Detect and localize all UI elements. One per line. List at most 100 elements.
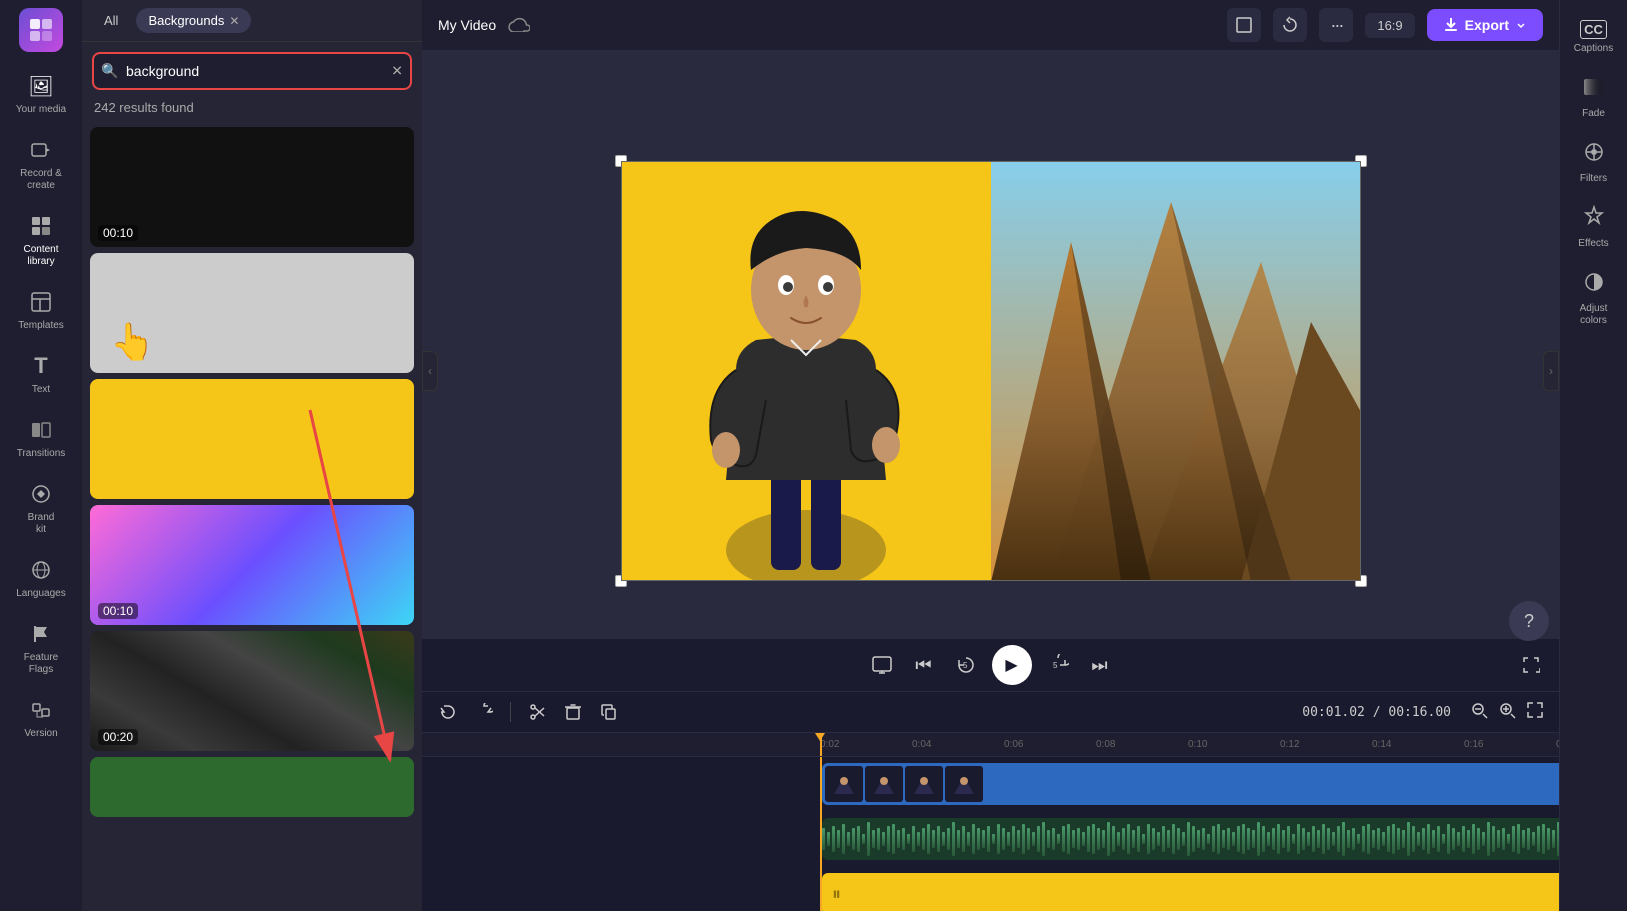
top-bar: My Video ··· 16:9 Export xyxy=(422,0,1559,51)
video-track-clip[interactable] xyxy=(822,763,1559,805)
skip-next-button[interactable]: ⏭ xyxy=(1084,649,1116,681)
total-time: 00:16.00 xyxy=(1388,705,1451,720)
zoom-controls xyxy=(1467,700,1547,724)
right-item-label-filters: Filters xyxy=(1580,173,1607,185)
search-input[interactable] xyxy=(92,52,412,90)
left-sidebar: 🖼 Your media Record &create Content libr… xyxy=(0,0,82,911)
monitor-icon[interactable] xyxy=(866,649,898,681)
brand-kit-icon xyxy=(27,480,55,508)
media-grid: 00:10 👆 00:10 00:20 xyxy=(82,123,422,911)
export-button[interactable]: Export xyxy=(1427,9,1543,41)
right-item-effects[interactable]: Effects xyxy=(1564,197,1624,258)
sidebar-item-brand-kit[interactable]: Brandkit xyxy=(5,472,77,544)
rotate-button[interactable] xyxy=(1273,8,1307,42)
playback-bar: ⏮ 5 ▶ 5 ⏭ xyxy=(422,639,1559,691)
clip-thumbnail-3 xyxy=(905,766,943,802)
feature-flags-icon xyxy=(27,620,55,648)
svg-text:5: 5 xyxy=(1053,661,1058,670)
rewind-button[interactable]: 5 xyxy=(950,649,982,681)
sidebar-item-your-media[interactable]: 🖼 Your media xyxy=(5,64,77,124)
skip-back-button[interactable]: ⏮ xyxy=(908,649,940,681)
right-item-label-adjust-colors: Adjustcolors xyxy=(1580,303,1608,327)
sidebar-item-languages[interactable]: Languages xyxy=(5,548,77,608)
sidebar-item-feature-flags[interactable]: FeatureFlags xyxy=(5,612,77,684)
sidebar-item-label-transitions: Transitions xyxy=(17,448,66,460)
collapse-panel-button[interactable]: ‹ xyxy=(422,351,438,391)
sidebar-item-label-your-media: Your media xyxy=(16,104,66,116)
sidebar-item-templates[interactable]: Templates xyxy=(5,280,77,340)
zoom-in-button[interactable] xyxy=(1495,700,1519,724)
undo-button[interactable] xyxy=(434,698,462,726)
timeline-ruler: 0:02 0:04 0:06 0:08 0:10 0:12 0:14 0:16 … xyxy=(422,733,1559,757)
right-item-captions[interactable]: CC Captions xyxy=(1564,12,1624,63)
your-media-icon: 🖼 xyxy=(27,72,55,100)
video-right-panel xyxy=(991,162,1360,580)
ruler-mark-2: 0:04 xyxy=(912,739,931,750)
help-button[interactable]: ? xyxy=(1509,601,1549,641)
cut-button[interactable] xyxy=(523,698,551,726)
media-item-gradient[interactable]: 00:10 xyxy=(90,505,414,625)
adjust-colors-icon xyxy=(1582,270,1606,299)
background-track-clip[interactable]: ⏸ ⏸ xyxy=(822,873,1559,911)
media-item-green[interactable] xyxy=(90,757,414,817)
aspect-ratio-button[interactable]: 16:9 xyxy=(1365,13,1414,38)
right-item-fade[interactable]: Fade xyxy=(1564,67,1624,128)
results-count: 242 results found xyxy=(82,100,422,123)
fade-icon xyxy=(1582,75,1606,104)
sidebar-item-version[interactable]: Version xyxy=(5,688,77,748)
character-figure xyxy=(636,170,976,580)
right-item-label-effects: Effects xyxy=(1578,238,1608,250)
tab-close-icon[interactable]: ✕ xyxy=(229,14,239,28)
ruler-mark-3: 0:06 xyxy=(1004,739,1023,750)
right-item-label-captions: Captions xyxy=(1574,43,1613,55)
forward-button[interactable]: 5 xyxy=(1042,649,1074,681)
media-panel: All Backgrounds ✕ 🔍 ✕ 242 results found … xyxy=(82,0,422,911)
canvas-area: ‹ xyxy=(422,51,1559,691)
crop-button[interactable] xyxy=(1227,8,1261,42)
media-item-gray[interactable]: 👆 xyxy=(90,253,414,373)
collapse-right-button[interactable]: › xyxy=(1543,351,1559,391)
languages-icon xyxy=(27,556,55,584)
search-icon: 🔍 xyxy=(101,63,118,80)
play-button[interactable]: ▶ xyxy=(992,645,1032,685)
cloud-save-icon[interactable] xyxy=(508,14,530,37)
sidebar-item-label-feature-flags: FeatureFlags xyxy=(24,652,58,676)
sidebar-item-transitions[interactable]: Transitions xyxy=(5,408,77,468)
right-item-adjust-colors[interactable]: Adjustcolors xyxy=(1564,262,1624,335)
search-clear-icon[interactable]: ✕ xyxy=(391,63,403,80)
sidebar-item-record-create[interactable]: Record &create xyxy=(5,128,77,200)
more-options-button[interactable]: ··· xyxy=(1319,8,1353,42)
audio-track-clip[interactable] xyxy=(822,818,1559,860)
redo-button[interactable] xyxy=(470,698,498,726)
media-item-dark[interactable]: 00:10 xyxy=(90,127,414,247)
sidebar-item-content-library[interactable]: Content library xyxy=(5,204,77,276)
delete-button[interactable] xyxy=(559,698,587,726)
content-library-icon xyxy=(27,212,55,240)
clip-pause-left: ⏸ xyxy=(832,884,841,905)
expand-timeline-button[interactable] xyxy=(1523,700,1547,724)
app-logo xyxy=(19,8,63,52)
ruler-mark-4: 0:08 xyxy=(1096,739,1115,750)
sidebar-item-label-content-library: Content library xyxy=(9,244,73,268)
timeline-area: 00:01.02 / 00:16.00 0: xyxy=(422,691,1559,911)
sidebar-item-label-brand-kit: Brandkit xyxy=(28,512,55,536)
right-item-filters[interactable]: Filters xyxy=(1564,132,1624,193)
playhead-ruler-marker xyxy=(820,733,822,756)
track-row-video xyxy=(782,757,1559,812)
video-left-panel xyxy=(622,162,991,580)
tab-backgrounds[interactable]: Backgrounds ✕ xyxy=(136,8,251,33)
media-duration-4: 00:10 xyxy=(98,603,138,619)
media-item-glitch[interactable]: 00:20 xyxy=(90,631,414,751)
copy-button[interactable] xyxy=(595,698,623,726)
sidebar-item-text[interactable]: T Text xyxy=(5,344,77,404)
track-row-background: ⏸ ⏸ xyxy=(782,867,1559,911)
ruler-mark-9: 0:18 xyxy=(1556,739,1559,750)
zoom-out-button[interactable] xyxy=(1467,700,1491,724)
right-item-label-fade: Fade xyxy=(1582,108,1605,120)
effects-icon xyxy=(1582,205,1606,234)
ruler-mark-5: 0:10 xyxy=(1188,739,1207,750)
tab-all[interactable]: All xyxy=(92,8,130,33)
fullscreen-button[interactable] xyxy=(1515,649,1547,681)
toolbar-separator-1 xyxy=(510,702,511,722)
media-item-yellow[interactable] xyxy=(90,379,414,499)
